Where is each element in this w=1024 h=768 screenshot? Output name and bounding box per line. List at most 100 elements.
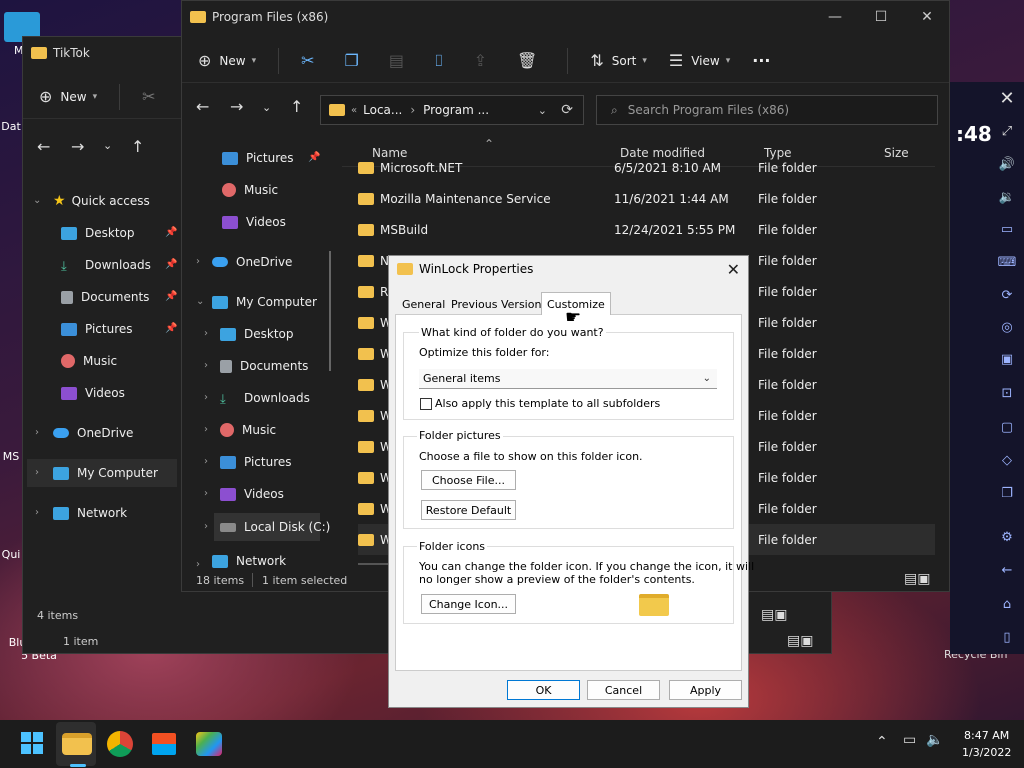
view-toggle-icons-2[interactable]: ▤▣ [787,633,813,649]
sort-button[interactable]: ⇅ Sort ▾ [590,51,647,70]
back-arrow-icon[interactable]: ← [995,563,1019,578]
nav-downloads[interactable]: ⤓ Downloads [220,386,310,410]
nav-videos-2[interactable]: Videos [220,482,284,506]
change-icon-button[interactable]: Change Icon... [421,594,516,614]
table-row[interactable]: Mozilla Maintenance Service 11/6/2021 1:4… [358,183,935,214]
chevron-right-icon[interactable]: › [35,427,39,438]
nav-pictures[interactable]: Pictures [222,146,294,170]
tiktok-cut-button[interactable]: ✂ [142,87,163,106]
chevron-right-icon[interactable]: › [204,456,208,467]
copy-button[interactable]: ❐ [345,51,367,70]
tiktok-nav-music[interactable]: Music [61,349,117,373]
panel-close-icon[interactable]: ✕ [995,88,1019,109]
tiktok-up-icon[interactable]: ↑ [131,137,144,156]
tiktok-nav-documents[interactable]: Documents [61,285,149,309]
ok-button[interactable]: OK [507,680,580,700]
column-date[interactable]: Date modified [620,146,705,160]
show-hidden-icons[interactable]: ⌃ [876,734,888,750]
nav-scrollbar[interactable] [329,251,331,371]
nav-videos[interactable]: Videos [222,210,286,234]
nav-music[interactable]: Music [222,178,278,202]
chrome-icon[interactable] [107,731,133,757]
search-box[interactable]: ⌕ Search Program Files (x86) [596,95,938,125]
chevron-right-icon[interactable]: › [204,424,208,435]
address-bar[interactable]: « Loca... › Program ... ⌄ ⟳ [320,95,584,125]
choose-file-button[interactable]: Choose File... [421,470,516,490]
column-size[interactable]: Size [884,146,909,160]
erase-icon[interactable]: ◇ [995,453,1019,468]
view-button[interactable]: ☰ View ▾ [669,51,730,70]
nav-music-2[interactable]: Music [220,418,276,442]
tab-general[interactable]: General [397,294,450,314]
address-dropdown-icon[interactable]: ⌄ [538,104,547,117]
refresh-icon[interactable]: ⟳ [561,102,573,118]
dialog-close-button[interactable]: ✕ [727,260,740,279]
back-icon[interactable]: ← [196,97,209,116]
new-button[interactable]: ⊕ New ▾ [198,51,256,70]
chevron-right-icon[interactable]: › [204,360,208,371]
settings-gear-icon[interactable]: ⚙ [995,530,1019,545]
column-name[interactable]: Name [372,146,407,160]
tiktok-nav-my-computer[interactable]: My Computer [53,461,158,485]
recent-locations-icon[interactable]: ⌄ [262,101,271,114]
chevron-right-icon[interactable]: › [204,521,208,532]
apply-template-label[interactable]: Also apply this template to all subfolde… [435,397,660,410]
multi-instance-icon[interactable]: ❐ [995,486,1019,501]
breadcrumb-part-2[interactable]: Program ... [423,103,489,117]
column-type[interactable]: Type [764,146,792,160]
properties-dialog[interactable]: WinLock Properties ✕ General Previous Ve… [388,255,754,708]
cut-button[interactable]: ✂ [301,51,322,70]
tab-previous-versions[interactable]: Previous Versions [446,294,552,314]
restore-default-button[interactable]: Restore Default [421,500,516,520]
chevron-down-icon[interactable]: ⌄ [196,296,204,307]
details-view-icon[interactable]: ▤▣ [904,571,930,587]
tiktok-back-icon[interactable]: ← [37,137,50,156]
rename-button[interactable]: ⌷ [434,51,452,71]
view-toggle-icons[interactable]: ▤▣ [761,607,787,623]
table-row[interactable]: MSBuild 12/24/2021 5:55 PM File folder [358,214,935,245]
tiktok-nav-downloads[interactable]: ⤓ Downloads [61,253,151,277]
up-icon[interactable]: ↑ [290,97,303,116]
nav-local-disk[interactable]: Local Disk (C:) [220,515,330,539]
forward-icon[interactable]: → [230,97,243,116]
chevron-right-icon[interactable]: › [204,488,208,499]
screenshot-icon[interactable]: ⊡ [995,386,1019,401]
tiktok-new-button[interactable]: ⊕ New ▾ [39,87,97,106]
file-explorer-icon[interactable] [62,733,92,755]
nav-desktop[interactable]: Desktop [220,322,294,346]
optimize-dropdown[interactable]: General items ⌄ [419,369,717,389]
recent-apps-icon[interactable]: ▯ [995,630,1019,645]
folder-icon[interactable]: ▢ [995,420,1019,435]
tiktok-nav-onedrive[interactable]: OneDrive [53,421,133,445]
cancel-button[interactable]: Cancel [587,680,660,700]
nav-documents[interactable]: Documents [220,354,308,378]
chevron-right-icon[interactable]: › [35,507,39,518]
share-button[interactable]: ⇪ [474,51,495,70]
volume-down-icon[interactable]: 🔉 [995,190,1019,205]
clock-date[interactable]: 1/3/2022 [962,746,1011,759]
nav-onedrive[interactable]: OneDrive [212,250,292,274]
pin-icon[interactable]: 📌 [308,152,320,163]
tiktok-recent-icon[interactable]: ⌄ [103,139,112,152]
store-icon[interactable] [152,733,176,755]
apply-template-checkbox[interactable] [420,398,432,410]
desktop-icon-dat[interactable]: Dat [0,120,22,133]
dialog-titlebar[interactable]: WinLock Properties [397,262,533,276]
apk-icon[interactable]: ▣ [995,352,1019,367]
nav-my-computer[interactable]: My Computer [212,290,317,314]
chevron-right-icon[interactable]: › [204,392,208,403]
chevron-right-icon[interactable]: › [196,559,200,570]
desktop-icon-ms[interactable]: MS [0,450,22,463]
home-icon[interactable]: ⌂ [995,597,1019,612]
chevron-right-icon[interactable]: › [196,256,200,267]
nav-network[interactable]: Network [212,553,286,569]
desktop-icon-qui[interactable]: Qui [0,548,22,561]
tiktok-forward-icon[interactable]: → [71,137,84,156]
tiktok-nav-videos[interactable]: Videos [61,381,125,405]
gamepad-icon[interactable]: ◎ [995,320,1019,335]
rotate-icon[interactable]: ⟳ [995,288,1019,303]
chevron-down-icon[interactable]: ⌄ [33,195,41,206]
chevron-right-icon[interactable]: › [35,467,39,478]
tiktok-nav-network[interactable]: Network [53,501,127,525]
panel-expand-icon[interactable]: ⤢ [995,124,1019,139]
